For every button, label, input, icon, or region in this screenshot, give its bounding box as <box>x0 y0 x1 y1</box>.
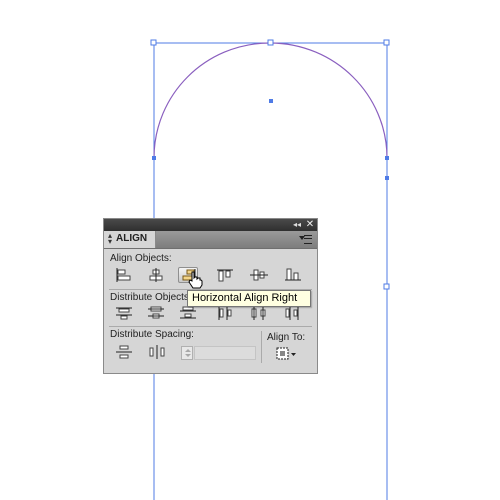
spacing-input[interactable] <box>194 346 256 360</box>
vertical-distribute-bottom-icon <box>180 306 196 319</box>
panel-tab-bar: ▴ ▾ ALIGN <box>104 231 317 249</box>
handle-top-right[interactable] <box>383 39 390 46</box>
horizontal-distribute-space-button[interactable] <box>147 344 167 360</box>
vertical-distribute-bottom-button[interactable] <box>178 305 198 321</box>
panel-title-bar[interactable]: ◂◂ ✕ <box>104 219 317 231</box>
handle-top-center[interactable] <box>267 39 274 46</box>
align-to-selection-icon <box>276 347 296 360</box>
tab-align-label: ALIGN <box>116 233 148 244</box>
vertical-distribute-center-button[interactable] <box>146 305 166 321</box>
horizontal-align-center-icon <box>149 268 163 282</box>
stepper-down-icon[interactable] <box>185 354 191 357</box>
anchor-right-lower[interactable] <box>385 176 389 180</box>
vertical-distribute-top-icon <box>116 307 132 320</box>
hand-cursor-icon <box>188 271 203 289</box>
horizontal-distribute-left-button[interactable] <box>215 305 235 321</box>
horizontal-align-left-icon <box>116 268 131 282</box>
vertical-align-top-icon <box>217 269 233 282</box>
horizontal-distribute-space-icon <box>149 345 165 359</box>
horizontal-distribute-right-button[interactable] <box>283 305 303 321</box>
align-objects-label: Align Objects: <box>110 253 172 264</box>
horizontal-align-center-button[interactable] <box>146 267 166 283</box>
section-divider <box>109 326 312 327</box>
vertical-align-bottom-button[interactable] <box>283 267 303 283</box>
horizontal-distribute-center-button[interactable] <box>249 305 269 321</box>
horizontal-distribute-left-icon <box>218 306 232 320</box>
horizontal-distribute-right-icon <box>285 306 299 320</box>
collapse-panel-icon[interactable]: ◂◂ <box>291 219 303 231</box>
vertical-align-bottom-icon <box>285 268 301 281</box>
vertical-align-center-button[interactable] <box>249 267 269 283</box>
center-point <box>269 99 273 103</box>
anchor-left[interactable] <box>152 156 156 160</box>
distribute-objects-label: Distribute Objects: <box>110 292 192 303</box>
handle-middle-right[interactable] <box>383 283 390 290</box>
tab-align[interactable]: ▴ ▾ ALIGN <box>104 231 156 248</box>
tooltip: Horizontal Align Right <box>187 290 311 307</box>
close-panel-icon[interactable]: ✕ <box>304 219 316 231</box>
panel-menu-icon[interactable] <box>299 234 313 244</box>
horizontal-distribute-center-icon <box>251 306 266 320</box>
vertical-align-center-icon <box>250 269 268 281</box>
align-to-label: Align To: <box>267 332 306 343</box>
tab-expand-icon[interactable]: ▴ ▾ <box>108 232 112 246</box>
align-to-divider <box>261 331 262 363</box>
distribute-spacing-label: Distribute Spacing: <box>110 329 194 340</box>
horizontal-align-left-button[interactable] <box>114 267 134 283</box>
stepper-up-icon[interactable] <box>185 349 191 352</box>
vertical-distribute-space-icon <box>116 345 132 359</box>
vertical-distribute-space-button[interactable] <box>114 344 134 360</box>
vertical-distribute-top-button[interactable] <box>114 305 134 321</box>
spacing-stepper[interactable] <box>181 346 193 360</box>
align-to-dropdown[interactable] <box>275 346 299 362</box>
vertical-align-top-button[interactable] <box>215 267 235 283</box>
vertical-distribute-center-icon <box>148 306 164 319</box>
handle-top-left[interactable] <box>150 39 157 46</box>
anchor-right[interactable] <box>385 156 389 160</box>
